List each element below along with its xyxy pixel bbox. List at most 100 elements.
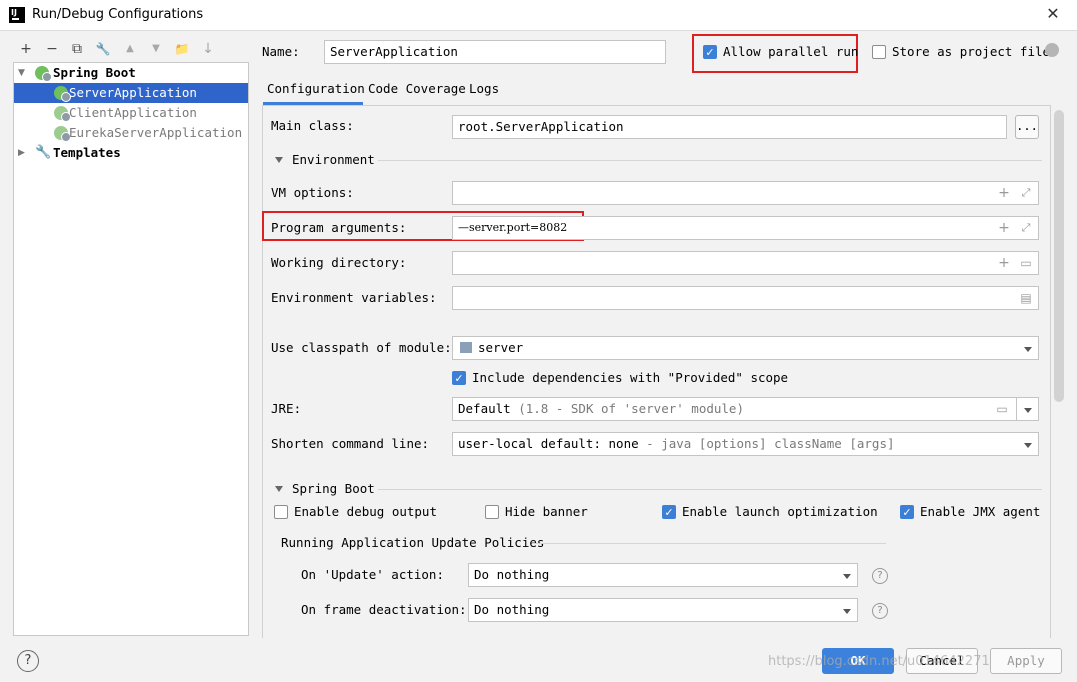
collapse-arrow-icon[interactable]: ▶	[18, 143, 25, 163]
chevron-down-icon	[843, 574, 851, 579]
expand-icon[interactable]: ⤢	[1018, 220, 1034, 236]
expand-icon[interactable]: ⤢	[1018, 185, 1034, 201]
new-folder-icon[interactable]: 📁	[173, 40, 191, 58]
shorten-value: user-local default: none	[458, 436, 639, 451]
update-action-label: On 'Update' action:	[301, 567, 444, 582]
section-collapse-icon[interactable]	[275, 157, 283, 163]
section-divider	[378, 489, 1042, 490]
add-icon[interactable]: +	[996, 185, 1012, 201]
watermark: https://blog.csdn.net/u014642271	[768, 654, 990, 669]
browse-main-class-button[interactable]: ...	[1015, 115, 1039, 139]
store-project-checkbox[interactable]	[872, 45, 886, 59]
spring-boot-app-icon	[54, 126, 71, 142]
enable-debug-output-checkbox[interactable]	[274, 505, 288, 519]
section-divider	[532, 543, 886, 544]
sort-icon[interactable]: ↓	[199, 40, 217, 58]
frame-deactivation-value: Do nothing	[474, 602, 550, 617]
spring-boot-app-icon	[54, 86, 71, 102]
shorten-command-line-label: Shorten command line:	[271, 436, 430, 451]
folder-icon[interactable]: ▭	[1018, 255, 1034, 271]
spring-boot-app-icon	[54, 106, 71, 122]
program-arguments-label: Program arguments:	[271, 220, 407, 235]
gear-icon[interactable]	[1045, 43, 1059, 57]
classpath-value: server	[478, 340, 524, 355]
allow-parallel-checkbox[interactable]: ✓	[703, 45, 717, 59]
environment-variables-input[interactable]: ▤	[452, 286, 1039, 310]
hide-banner-checkbox[interactable]	[485, 505, 499, 519]
apply-button[interactable]: Apply	[990, 648, 1062, 674]
section-collapse-icon[interactable]	[275, 486, 283, 492]
tree-item-client-application[interactable]: ClientApplication	[14, 103, 248, 123]
store-project-label: Store as project file	[892, 44, 1051, 59]
enable-launch-optimization-checkbox[interactable]: ✓	[662, 505, 676, 519]
tree-item-label: ClientApplication	[69, 105, 197, 120]
tree-group-label: Spring Boot	[53, 65, 136, 80]
copy-icon[interactable]: ⧉	[68, 40, 86, 58]
shorten-command-line-select[interactable]: user-local default: none - java [options…	[452, 432, 1039, 456]
divider	[1016, 398, 1017, 420]
main-class-label: Main class:	[271, 118, 354, 133]
chevron-down-icon[interactable]	[1024, 408, 1032, 413]
move-up-icon[interactable]: ▲	[121, 40, 139, 58]
name-input[interactable]: ServerApplication	[324, 40, 666, 64]
remove-icon[interactable]: −	[43, 40, 61, 58]
scrollbar-thumb[interactable]	[1054, 110, 1064, 402]
jre-label: JRE:	[271, 401, 302, 416]
chevron-down-icon	[1024, 443, 1032, 448]
frame-deactivation-select[interactable]: Do nothing	[468, 598, 858, 622]
classpath-select[interactable]: server	[452, 336, 1039, 360]
wrench-icon[interactable]: 🔧	[94, 40, 112, 58]
program-arguments-value: —server.port=8082	[458, 221, 568, 234]
chevron-down-icon	[1024, 347, 1032, 352]
add-icon[interactable]: +	[17, 40, 35, 58]
hide-banner-label: Hide banner	[505, 504, 588, 519]
tree-group-spring-boot[interactable]: ▼ Spring Boot	[14, 63, 248, 83]
working-directory-input[interactable]: + ▭	[452, 251, 1039, 275]
main-class-input[interactable]: root.ServerApplication	[452, 115, 1007, 139]
jre-hint: (1.8 - SDK of 'server' module)	[518, 401, 744, 416]
help-icon[interactable]: ?	[872, 603, 888, 619]
classpath-label: Use classpath of module:	[271, 340, 452, 355]
name-label: Name:	[262, 44, 300, 59]
help-icon[interactable]: ?	[872, 568, 888, 584]
configuration-tree[interactable]: ▼ Spring Boot ServerApplication ClientAp…	[13, 62, 249, 636]
section-divider	[378, 160, 1042, 161]
environment-variables-label: Environment variables:	[271, 290, 437, 305]
add-icon[interactable]: +	[996, 220, 1012, 236]
enable-jmx-agent-checkbox[interactable]: ✓	[900, 505, 914, 519]
enable-launch-optimization-label: Enable launch optimization	[682, 504, 878, 519]
add-icon[interactable]: +	[996, 255, 1012, 271]
jre-value: Default	[458, 401, 511, 416]
close-icon[interactable]: ✕	[1042, 3, 1064, 25]
tab-code-coverage[interactable]: Code Coverage	[368, 81, 466, 96]
working-directory-label: Working directory:	[271, 255, 407, 270]
program-arguments-input[interactable]: —server.port=8082 + ⤢	[452, 216, 1039, 240]
tree-item-label: EurekaServerApplication	[69, 125, 243, 140]
expand-arrow-icon[interactable]: ▼	[18, 63, 25, 83]
allow-parallel-label: Allow parallel run	[723, 44, 859, 59]
help-button[interactable]: ?	[17, 650, 39, 672]
vm-options-label: VM options:	[271, 185, 354, 200]
tree-item-eureka-server-application[interactable]: EurekaServerApplication	[14, 123, 248, 143]
intellij-logo-icon: IJ	[9, 7, 25, 23]
update-policies-title: Running Application Update Policies	[281, 535, 545, 550]
window-title: Run/Debug Configurations	[32, 7, 204, 22]
spring-boot-icon	[35, 66, 52, 82]
move-down-icon[interactable]: ▼	[147, 40, 165, 58]
tree-group-templates[interactable]: ▶ 🔧 Templates	[14, 143, 248, 163]
tab-logs[interactable]: Logs	[469, 81, 499, 96]
folder-icon[interactable]: ▭	[994, 401, 1010, 417]
include-dependencies-label: Include dependencies with "Provided" sco…	[472, 370, 789, 385]
tree-item-server-application[interactable]: ServerApplication	[14, 83, 248, 103]
tree-item-label: ServerApplication	[69, 85, 197, 100]
update-action-select[interactable]: Do nothing	[468, 563, 858, 587]
include-dependencies-checkbox[interactable]: ✓	[452, 371, 466, 385]
environment-section-title: Environment	[292, 152, 375, 167]
tab-configuration[interactable]: Configuration	[267, 81, 365, 96]
vm-options-input[interactable]: + ⤢	[452, 181, 1039, 205]
jre-select[interactable]: Default (1.8 - SDK of 'server' module) ▭	[452, 397, 1039, 421]
document-icon[interactable]: ▤	[1018, 290, 1034, 306]
update-action-value: Do nothing	[474, 567, 550, 582]
enable-debug-output-label: Enable debug output	[294, 504, 437, 519]
wrench-icon: 🔧	[35, 145, 52, 160]
